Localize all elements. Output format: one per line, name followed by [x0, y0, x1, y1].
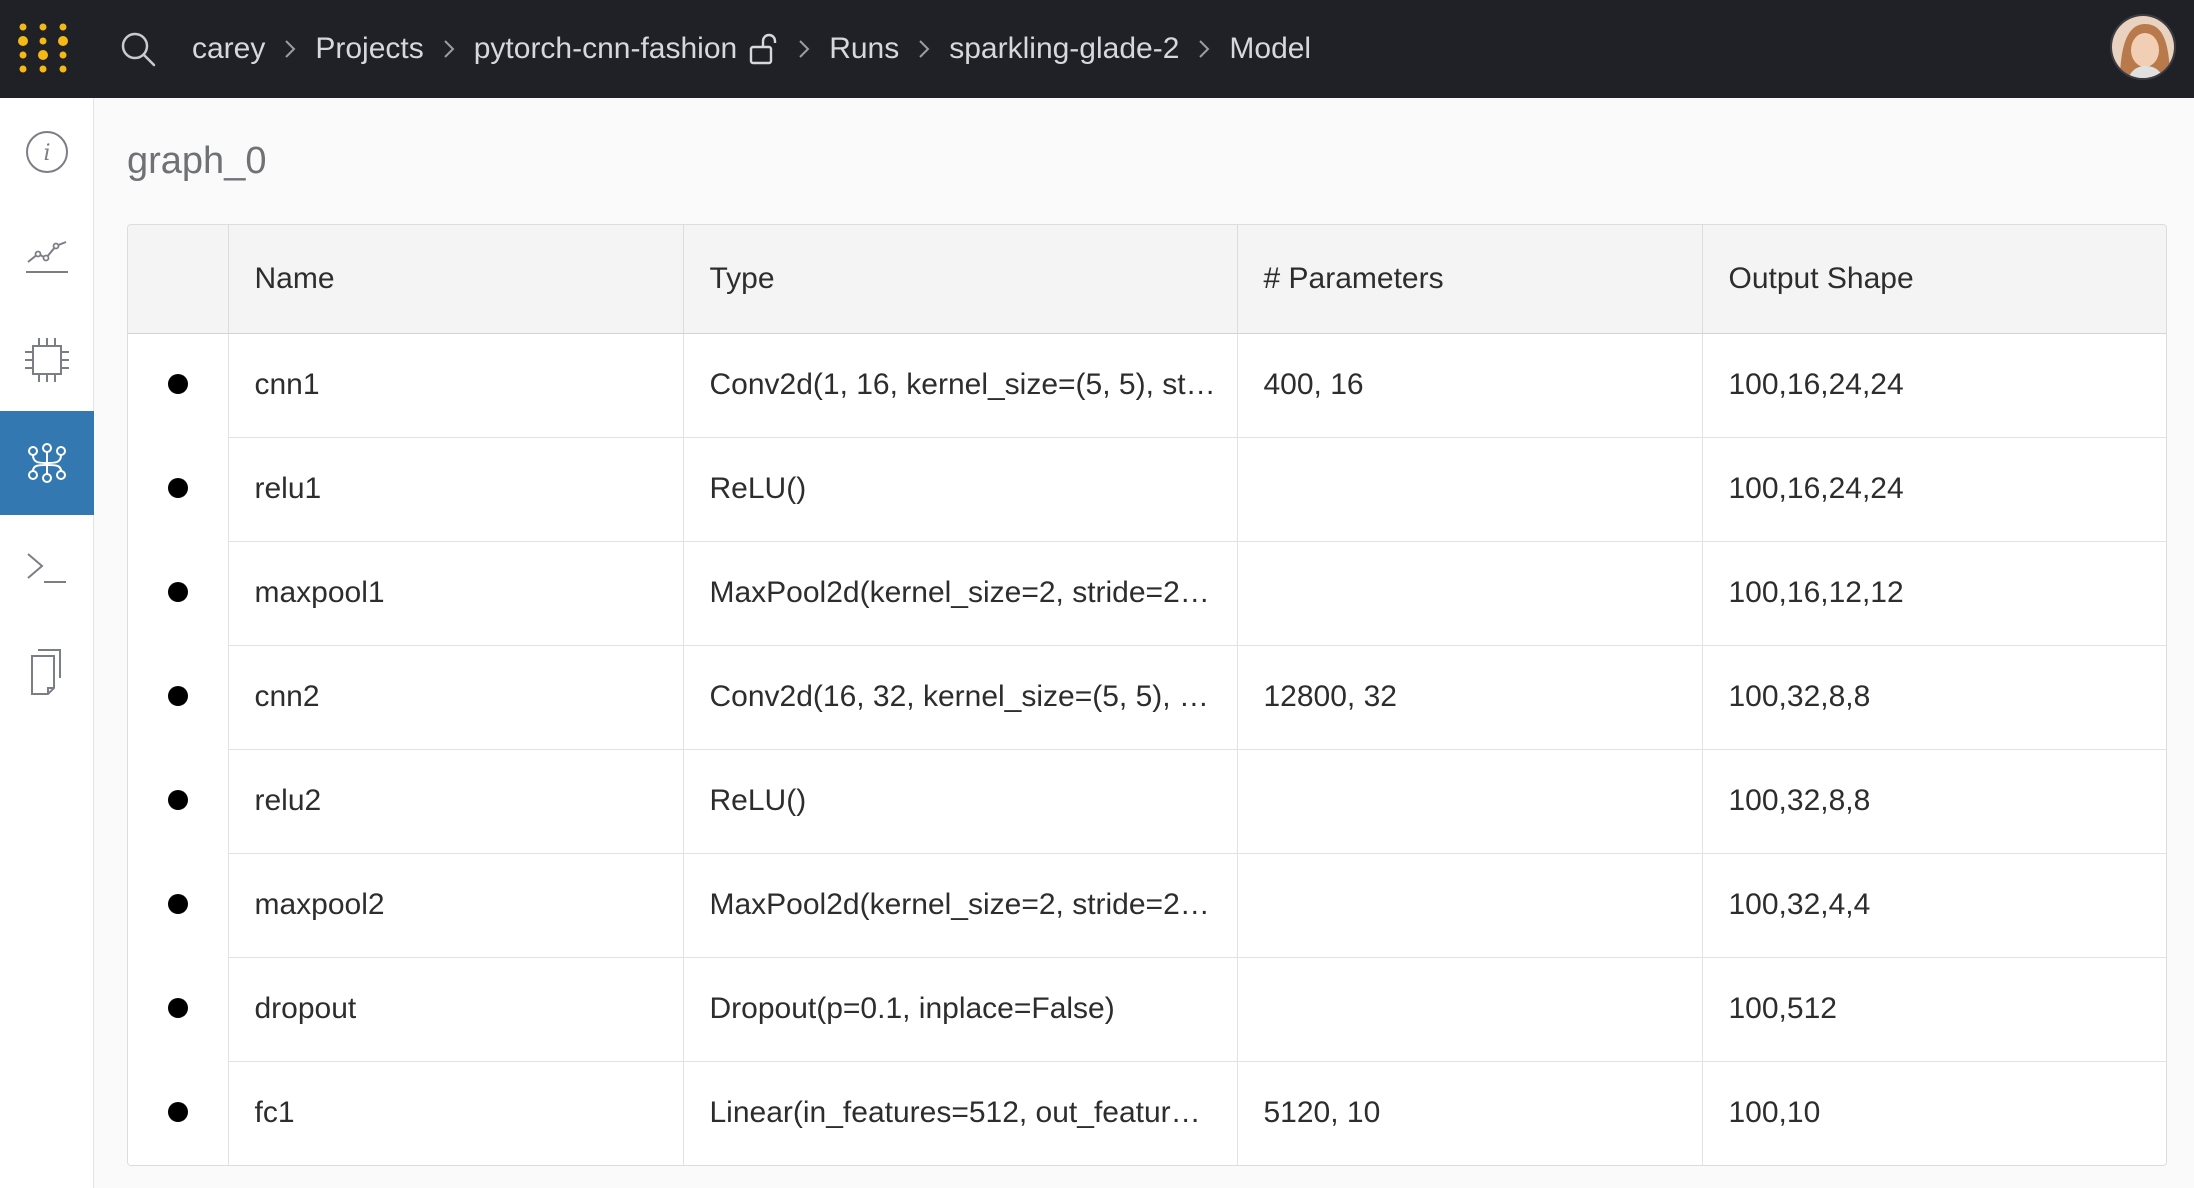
model-graph-table: Name Type # Parameters Output Shape cnn1…: [127, 224, 2167, 1166]
column-header-marker: [128, 225, 229, 334]
layer-parameters: 12800, 32: [1237, 645, 1703, 750]
layer-name: dropout: [228, 957, 684, 1062]
bullet-dot-icon: [167, 894, 188, 914]
table-row[interactable]: cnn1 Conv2d(1, 16, kernel_size=(5, 5), s…: [128, 333, 2166, 438]
sidebar-item-files[interactable]: [0, 620, 94, 724]
row-marker: [128, 333, 229, 437]
breadcrumb-current-page[interactable]: Model: [1229, 32, 1311, 66]
chevron-right-icon: [917, 38, 931, 60]
layer-parameters: 5120, 10: [1237, 1061, 1703, 1165]
layer-parameters: 400, 16: [1237, 333, 1703, 438]
table-row[interactable]: maxpool1 MaxPool2d(kernel_size=2, stride…: [128, 541, 2166, 646]
table-header-row: Name Type # Parameters Output Shape: [128, 225, 2166, 334]
layer-name: maxpool1: [228, 541, 684, 646]
column-header-name[interactable]: Name: [228, 225, 684, 334]
column-header-output-shape[interactable]: Output Shape: [1702, 225, 2166, 334]
layer-output-shape: 100,16,24,24: [1702, 437, 2166, 542]
bullet-dot-icon: [167, 374, 188, 395]
svg-text:i: i: [43, 141, 50, 166]
model-icon: [28, 443, 66, 483]
table-row[interactable]: maxpool2 MaxPool2d(kernel_size=2, stride…: [128, 853, 2166, 958]
layer-parameters: [1237, 541, 1703, 646]
bullet-dot-icon: [167, 1102, 188, 1122]
row-marker: [128, 437, 229, 541]
layer-output-shape: 100,16,12,12: [1702, 541, 2166, 646]
sidebar-item-system[interactable]: [0, 308, 94, 412]
bullet-dot-icon: [167, 790, 188, 810]
breadcrumb-user[interactable]: carey: [192, 32, 265, 66]
row-marker: [128, 749, 229, 853]
column-header-type[interactable]: Type: [683, 225, 1238, 334]
layer-type: ReLU(): [683, 437, 1238, 542]
layer-type: Conv2d(16, 32, kernel_size=(5, 5), …: [683, 645, 1238, 750]
breadcrumb-project[interactable]: pytorch-cnn-fashion: [474, 32, 737, 66]
sidebar-item-overview[interactable]: i: [0, 100, 94, 204]
left-sidebar: i: [0, 98, 94, 1188]
column-header-parameters[interactable]: # Parameters: [1237, 225, 1703, 334]
breadcrumb-run[interactable]: sparkling-glade-2: [949, 32, 1179, 66]
layer-name: relu2: [228, 749, 684, 854]
logs-terminal-icon: [27, 553, 66, 583]
row-marker: [128, 1061, 229, 1165]
layer-output-shape: 100,10: [1728, 1096, 1821, 1130]
chevron-right-icon: [797, 38, 811, 60]
main-content: graph_0 Name Type # Parameters Output Sh…: [94, 98, 2194, 1188]
layer-output-shape: 100,32,4,4: [1702, 853, 2166, 958]
table-row[interactable]: relu1 ReLU() 100,16,24,24: [128, 437, 2166, 542]
layer-output-shape: 100,512: [1702, 957, 2166, 1062]
layer-type: MaxPool2d(kernel_size=2, stride=2…: [683, 541, 1238, 646]
breadcrumb-runs[interactable]: Runs: [829, 32, 899, 66]
files-icon: [31, 649, 61, 695]
table-row[interactable]: relu2 ReLU() 100,32,8,8: [128, 749, 2166, 854]
table-row[interactable]: cnn2 Conv2d(16, 32, kernel_size=(5, 5), …: [128, 645, 2166, 750]
table-row[interactable]: fc1 Linear(in_features=512, out_featur… …: [128, 1061, 2166, 1165]
layer-output-shape: 100,16,24,24: [1702, 333, 2166, 438]
chevron-right-icon: [442, 38, 456, 60]
layer-type: MaxPool2d(kernel_size=2, stride=2…: [683, 853, 1238, 958]
layer-type: Dropout(p=0.1, inplace=False): [683, 957, 1238, 1062]
info-icon: i: [26, 131, 68, 173]
chevron-right-icon: [283, 38, 297, 60]
wandb-logo-icon[interactable]: [4, 0, 82, 98]
avatar[interactable]: [2110, 14, 2176, 80]
layer-name: relu1: [228, 437, 684, 542]
layer-parameters: [1237, 957, 1703, 1062]
layer-output-shape: 100,32,8,8: [1702, 749, 2166, 854]
row-marker: [128, 541, 229, 645]
layer-name: cnn2: [228, 645, 684, 750]
page-title: graph_0: [127, 140, 267, 182]
bullet-dot-icon: [167, 478, 188, 498]
layer-parameters: [1237, 749, 1703, 854]
sidebar-item-charts[interactable]: [0, 204, 94, 308]
sidebar-item-logs[interactable]: [0, 516, 94, 620]
row-marker: [128, 853, 229, 957]
system-chip-icon: [25, 338, 69, 382]
layer-output-shape: 100,32,8,8: [1702, 645, 2166, 750]
layer-name: maxpool2: [228, 853, 684, 958]
search-icon[interactable]: [118, 29, 158, 69]
chevron-right-icon: [1197, 38, 1211, 60]
breadcrumb-projects[interactable]: Projects: [315, 32, 423, 66]
layer-parameters: [1237, 437, 1703, 542]
layer-type: ReLU(): [683, 749, 1238, 854]
bullet-dot-icon: [167, 998, 188, 1018]
row-marker: [128, 645, 229, 749]
layer-type: Conv2d(1, 16, kernel_size=(5, 5), st…: [683, 333, 1238, 438]
breadcrumb: carey Projects pytorch-cnn-fashion Runs …: [192, 32, 1311, 66]
layer-name: fc1: [228, 1061, 684, 1165]
bullet-dot-icon: [167, 582, 188, 602]
top-bar: carey Projects pytorch-cnn-fashion Runs …: [0, 0, 2194, 98]
layer-name: cnn1: [228, 333, 684, 438]
charts-icon: [26, 241, 68, 273]
sidebar-item-model[interactable]: [0, 411, 94, 515]
unlock-icon[interactable]: [749, 33, 779, 65]
table-row[interactable]: dropout Dropout(p=0.1, inplace=False) 10…: [128, 957, 2166, 1062]
row-marker: [128, 957, 229, 1061]
layer-parameters: [1237, 853, 1703, 958]
layer-type: Linear(in_features=512, out_featur…: [683, 1061, 1238, 1165]
bullet-dot-icon: [167, 686, 188, 706]
